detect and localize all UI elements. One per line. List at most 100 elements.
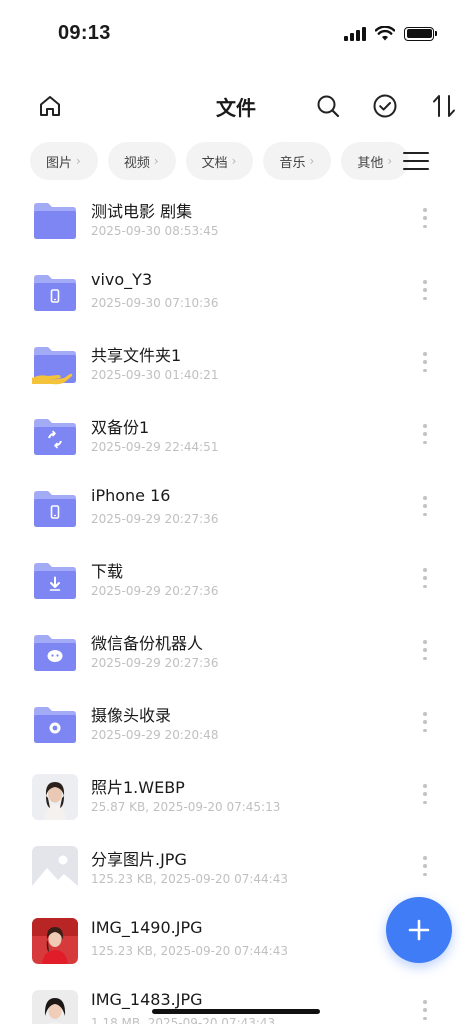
more-options-button[interactable] — [418, 566, 432, 590]
file-meta: 2025-09-29 20:27:36 — [91, 656, 219, 670]
download-folder-icon — [34, 563, 76, 599]
more-vertical-icon — [423, 640, 427, 644]
file-meta: 2025-09-30 07:10:36 — [91, 296, 219, 310]
chevron-right-icon: › — [309, 154, 315, 168]
file-name: 双备份1 — [91, 418, 150, 437]
more-options-button[interactable] — [418, 494, 432, 518]
sort-button[interactable] — [428, 90, 460, 122]
chip-label: 其他 — [357, 155, 384, 171]
search-button[interactable] — [312, 90, 344, 122]
chevron-right-icon: › — [231, 154, 237, 168]
photo-thumbnail — [32, 990, 78, 1024]
list-item[interactable]: iPhone 16 2025-09-29 20:27:36 — [0, 470, 472, 542]
file-name: 摄像头收录 — [91, 706, 172, 725]
menu-icon — [403, 152, 429, 154]
check-circle-icon — [373, 94, 397, 118]
file-name: 下载 — [91, 562, 124, 581]
file-meta: 25.87 KB, 2025-09-20 07:45:13 — [91, 800, 281, 814]
more-vertical-icon — [423, 784, 427, 788]
file-name: 共享文件夹1 — [91, 346, 182, 365]
chevron-right-icon: › — [153, 154, 159, 168]
list-item[interactable]: 分享图片.JPG 125.23 KB, 2025-09-20 07:44:43 — [0, 830, 472, 902]
list-item[interactable]: IMG_1483.JPG 1.18 MB, 2025-09-20 07:43:4… — [0, 974, 472, 1024]
list-item[interactable]: 双备份1 2025-09-29 22:44:51 — [0, 398, 472, 470]
more-options-button[interactable] — [418, 854, 432, 878]
file-meta: 2025-09-29 20:27:36 — [91, 512, 219, 526]
chat-folder-icon — [34, 635, 76, 671]
more-vertical-icon — [423, 280, 427, 284]
more-vertical-icon — [423, 424, 427, 428]
more-options-button[interactable] — [418, 422, 432, 446]
chip-label: 图片 — [46, 155, 73, 171]
more-vertical-icon — [423, 208, 427, 212]
file-meta: 2025-09-29 20:27:36 — [91, 584, 219, 598]
chip-images[interactable]: 图片 › — [30, 142, 98, 180]
chip-label: 文档 — [201, 155, 228, 171]
shared-folder-icon — [32, 347, 76, 385]
file-meta: 2025-09-30 08:53:45 — [91, 224, 219, 238]
more-options-button[interactable] — [418, 206, 432, 230]
cellular-signal-icon — [344, 26, 366, 41]
more-options-button[interactable] — [418, 638, 432, 662]
list-item[interactable]: 测试电影 剧集 2025-09-30 08:53:45 — [0, 182, 472, 254]
file-meta: 2025-09-29 22:44:51 — [91, 440, 219, 454]
device-folder-icon — [34, 275, 76, 311]
chip-documents[interactable]: 文档 › — [185, 142, 254, 180]
list-item[interactable]: 摄像头收录 2025-09-29 20:20:48 — [0, 686, 472, 758]
file-meta: 1.18 MB, 2025-09-20 07:43:43 — [91, 1016, 276, 1024]
file-name: vivo_Y3 — [91, 270, 153, 289]
file-name: 测试电影 剧集 — [91, 202, 193, 221]
plus-icon — [408, 919, 430, 941]
list-item[interactable]: 微信备份机器人 2025-09-29 20:27:36 — [0, 614, 472, 686]
list-item[interactable]: vivo_Y3 2025-09-30 07:10:36 — [0, 254, 472, 326]
file-name: IMG_1490.JPG — [91, 918, 203, 937]
top-bar: 文件 — [0, 84, 472, 128]
battery-icon — [404, 26, 437, 41]
chip-label: 音乐 — [279, 155, 306, 171]
list-item[interactable]: 照片1.WEBP 25.87 KB, 2025-09-20 07:45:13 — [0, 758, 472, 830]
more-options-button[interactable] — [418, 998, 432, 1022]
select-button[interactable] — [369, 90, 401, 122]
folder-icon — [34, 203, 76, 239]
more-vertical-icon — [423, 352, 427, 356]
more-vertical-icon — [423, 856, 427, 860]
file-name: iPhone 16 — [91, 486, 171, 505]
list-item[interactable]: 下载 2025-09-29 20:27:36 — [0, 542, 472, 614]
device-folder-icon — [34, 491, 76, 527]
file-meta: 125.23 KB, 2025-09-20 07:44:43 — [91, 872, 288, 886]
status-icons — [344, 26, 437, 41]
file-meta: 2025-09-29 20:20:48 — [91, 728, 219, 742]
chip-label: 视频 — [123, 155, 150, 171]
chip-other[interactable]: 其他 › — [341, 142, 410, 180]
add-button[interactable] — [386, 897, 452, 963]
search-icon — [317, 95, 340, 118]
home-indicator[interactable] — [152, 1009, 320, 1014]
more-vertical-icon — [423, 712, 427, 716]
more-options-button[interactable] — [418, 278, 432, 302]
chevron-right-icon: › — [387, 154, 393, 168]
backup-folder-icon — [34, 419, 76, 455]
more-options-button[interactable] — [418, 782, 432, 806]
more-options-button[interactable] — [418, 710, 432, 734]
file-meta: 2025-09-30 01:40:21 — [91, 368, 219, 382]
photo-thumbnail — [32, 918, 78, 964]
page-title: 文件 — [216, 96, 256, 120]
image-placeholder-icon — [32, 846, 78, 892]
camera-folder-icon — [34, 707, 76, 743]
more-vertical-icon — [423, 1000, 427, 1004]
file-name: 照片1.WEBP — [91, 778, 185, 797]
list-item[interactable]: 共享文件夹1 2025-09-30 01:40:21 — [0, 326, 472, 398]
file-name: IMG_1483.JPG — [91, 990, 203, 1009]
chevron-right-icon: › — [76, 154, 81, 168]
category-chips: 图片 › 视频 › 文档 › 音乐 › 其他 › — [30, 142, 410, 180]
more-options-button[interactable] — [418, 350, 432, 374]
more-vertical-icon — [423, 568, 427, 572]
more-vertical-icon — [423, 496, 427, 500]
menu-button[interactable] — [402, 148, 430, 174]
wifi-icon — [375, 26, 395, 41]
chip-music[interactable]: 音乐 › — [263, 142, 332, 180]
file-meta: 125.23 KB, 2025-09-20 07:44:43 — [91, 944, 288, 958]
chip-videos[interactable]: 视频 › — [107, 142, 176, 180]
photo-thumbnail — [32, 774, 78, 820]
file-name: 分享图片.JPG — [91, 850, 187, 869]
